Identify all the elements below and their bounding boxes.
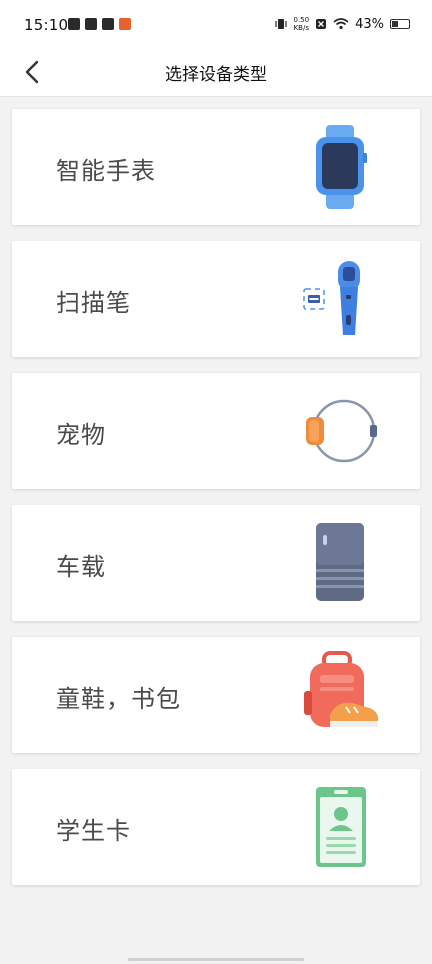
network-speed-unit: KB/s [293, 24, 309, 32]
battery-icon [390, 19, 410, 29]
device-type-label: 学生卡 [56, 817, 131, 845]
device-type-shoes-backpack[interactable]: 童鞋，书包 [12, 637, 420, 753]
no-sim-icon [316, 19, 327, 29]
device-type-student-card[interactable]: 学生卡 [12, 769, 420, 885]
smartwatch-icon [316, 125, 367, 209]
student-card-icon [316, 787, 366, 867]
clock: 15:10 [24, 16, 69, 34]
app-notification-icon [85, 18, 97, 30]
battery-fill [392, 21, 398, 27]
nav-bar: 选择设备类型 [0, 48, 432, 97]
page-title: 选择设备类型 [165, 65, 267, 85]
store-notification-icon [119, 18, 131, 30]
play-notification-icon [68, 18, 80, 30]
scan-pen-icon [303, 261, 360, 335]
device-type-list: 智能手表 扫描笔 宠物 车载 童鞋，书包 学生卡 [12, 109, 420, 901]
home-indicator[interactable] [128, 958, 304, 961]
device-type-label: 智能手表 [56, 157, 156, 185]
pet-collar-icon [306, 399, 377, 463]
network-speed: 0.50 KB/s [294, 16, 310, 32]
device-type-label: 童鞋，书包 [56, 685, 181, 713]
notification-icons [68, 18, 131, 30]
car-device-icon [316, 523, 364, 601]
device-type-label: 宠物 [56, 421, 106, 449]
status-bar: 15:10 0.50 KB/s 43% [0, 0, 432, 48]
device-type-car[interactable]: 车载 [12, 505, 420, 621]
device-type-label: 车载 [56, 553, 106, 581]
device-type-pet[interactable]: 宠物 [12, 373, 420, 489]
battery-percent: 43% [355, 16, 384, 32]
link-notification-icon [102, 18, 114, 30]
vibrate-icon [274, 19, 287, 29]
device-type-label: 扫描笔 [56, 289, 131, 317]
backpack-shoe-icon [304, 651, 378, 727]
wifi-icon [333, 18, 349, 30]
device-type-smartwatch[interactable]: 智能手表 [12, 109, 420, 225]
status-indicators: 0.50 KB/s 43% [274, 16, 410, 32]
network-speed-value: 0.50 [293, 16, 310, 24]
device-type-scan-pen[interactable]: 扫描笔 [12, 241, 420, 357]
